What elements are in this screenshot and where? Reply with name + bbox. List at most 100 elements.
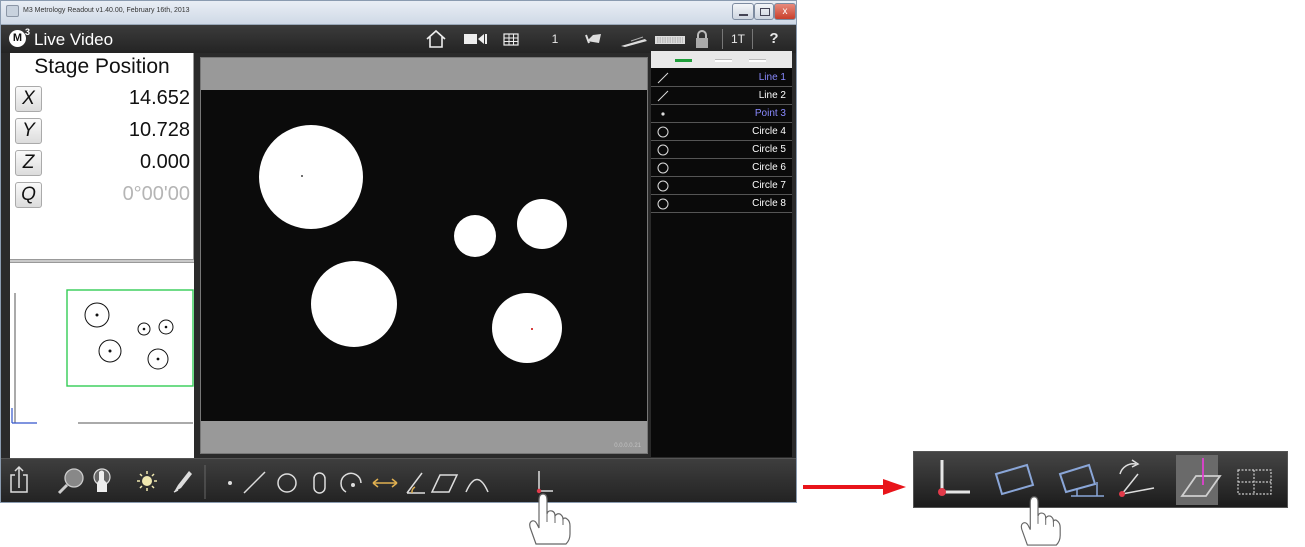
pen-icon[interactable] (173, 471, 192, 493)
hole-center-mark (531, 328, 533, 330)
minimap-circle-center (142, 327, 146, 331)
circle-feature-icon (657, 126, 669, 138)
minimap-circle-center (95, 313, 99, 317)
list-view-indicator[interactable] (715, 59, 732, 62)
frame-counter: 0.0.0.0.21 (614, 443, 641, 449)
export-icon[interactable] (10, 465, 28, 493)
line-feature-icon (657, 72, 669, 84)
zoom-icon[interactable] (57, 468, 84, 495)
point-feature-icon (661, 112, 665, 116)
minimap-circle-center (156, 357, 160, 361)
camera-image (201, 90, 647, 421)
green-indicator (675, 59, 692, 62)
toolbar-divider (722, 29, 723, 49)
arc-tool-icon[interactable] (340, 472, 362, 493)
lock-icon[interactable] (692, 29, 712, 49)
right-arrow-icon (803, 479, 906, 495)
zero-q-button[interactable]: Q (15, 182, 42, 208)
feature-row-circle-8[interactable]: Circle 8 (651, 195, 792, 213)
level-plane-icon[interactable] (1058, 463, 1104, 497)
measure-toolbar-icons (10, 465, 553, 499)
x-value: 14.652 (128, 87, 190, 109)
feature-row-circle-7[interactable]: Circle 7 (651, 177, 792, 195)
hole-small-right (517, 199, 567, 249)
line-feature-icon (657, 90, 669, 102)
circle-feature-icon (657, 198, 669, 210)
pointing-hand-icon (1020, 496, 1061, 546)
feature-name: Circle 4 (752, 126, 786, 137)
maximize-button[interactable] (754, 3, 774, 20)
light-icon[interactable] (137, 471, 157, 491)
axis-row-z: Z 0.000 (15, 150, 190, 178)
erase-icon[interactable] (619, 29, 649, 49)
skew-plane-icon[interactable] (994, 463, 1035, 496)
stage-position-title: Stage Position (34, 55, 170, 78)
keyboard-icon[interactable] (653, 29, 687, 49)
window-titlebar: M3 Metrology Readout v1.40.00, February … (1, 1, 796, 25)
hole-medium-bottom-left (311, 261, 397, 347)
circle-feature-icon (657, 162, 669, 174)
minimap-drawing (11, 289, 194, 424)
feature-row-line-1[interactable]: Line 1 (651, 69, 792, 87)
feature-row-circle-5[interactable]: Circle 5 (651, 141, 792, 159)
zero-z-button[interactable]: Z (15, 150, 42, 176)
part-view-minimap[interactable] (10, 263, 194, 458)
zero-x-button[interactable]: X (15, 86, 42, 112)
y-value: 10.728 (128, 119, 190, 141)
tutorial-figure: M3 Metrology Readout v1.40.00, February … (0, 0, 1305, 547)
hole-small (454, 215, 496, 257)
feature-name: Circle 7 (752, 180, 786, 191)
undo-icon[interactable] (581, 29, 605, 49)
feature-row-circle-6[interactable]: Circle 6 (651, 159, 792, 177)
measure-toolbar (1, 458, 796, 502)
datum-toolbar-expanded (913, 451, 1288, 508)
toolbar-divider (752, 29, 753, 49)
m3-logo-superscript: 3 (25, 27, 31, 37)
feature-row-line-2[interactable]: Line 2 (651, 87, 792, 105)
slot-tool-icon[interactable] (313, 472, 326, 494)
tool-count-icon[interactable]: 1T (728, 29, 748, 49)
close-button[interactable]: x (774, 3, 796, 20)
axis-row-y: Y 10.728 (15, 118, 190, 146)
feature-name: Line 1 (758, 72, 786, 83)
feature-row-point-3[interactable]: Point 3 (651, 105, 792, 123)
reference-plane-icon[interactable] (1176, 455, 1222, 505)
home-icon[interactable] (424, 29, 448, 49)
detail-view-indicator[interactable] (749, 59, 766, 62)
touch-probe-icon[interactable] (93, 468, 111, 492)
minimap-circle-center (108, 349, 112, 353)
angle-tool-icon[interactable] (406, 472, 425, 494)
rotate-axis-icon[interactable] (1119, 459, 1155, 497)
curve-tool-icon[interactable] (465, 478, 489, 493)
axis-row-q: Q 0°00'00 (15, 182, 190, 210)
pointing-hand-icon (529, 493, 571, 545)
hole-center-mark (301, 175, 303, 177)
feature-row-circle-4[interactable]: Circle 4 (651, 123, 792, 141)
camera-image-drawing (259, 125, 567, 363)
circle-feature-icon (657, 180, 669, 192)
feature-name: Circle 5 (752, 144, 786, 155)
circle-tool-icon[interactable] (277, 473, 297, 493)
feature-name: Line 2 (758, 90, 786, 101)
point-tool-icon[interactable] (228, 481, 232, 485)
grid-pattern-icon[interactable] (1237, 469, 1272, 495)
datum-toolbar-icons (938, 455, 1272, 505)
axis-row-x: X 14.652 (15, 86, 190, 114)
window-app-icon (6, 5, 19, 17)
line-tool-icon[interactable] (243, 471, 266, 494)
part-count-icon[interactable]: 1 (549, 29, 561, 49)
feature-name: Circle 6 (752, 162, 786, 173)
help-icon[interactable]: ? (766, 29, 782, 49)
zero-y-button[interactable]: Y (15, 118, 42, 144)
datum-origin-icon[interactable] (938, 460, 970, 496)
feature-name: Circle 8 (752, 198, 786, 209)
main-toolbar: M 3 Live Video 1 1T ? (1, 25, 796, 53)
live-video-frame[interactable]: 0.0.0.0.21 (200, 57, 648, 454)
minimap-frame (66, 289, 194, 387)
minimize-button[interactable] (732, 3, 754, 20)
parallelogram-tool-icon[interactable] (430, 474, 459, 493)
distance-tool-icon[interactable] (372, 478, 398, 488)
grid-table-icon[interactable] (501, 29, 521, 49)
m3-logo: M (9, 30, 26, 47)
video-camera-icon[interactable] (461, 29, 489, 49)
